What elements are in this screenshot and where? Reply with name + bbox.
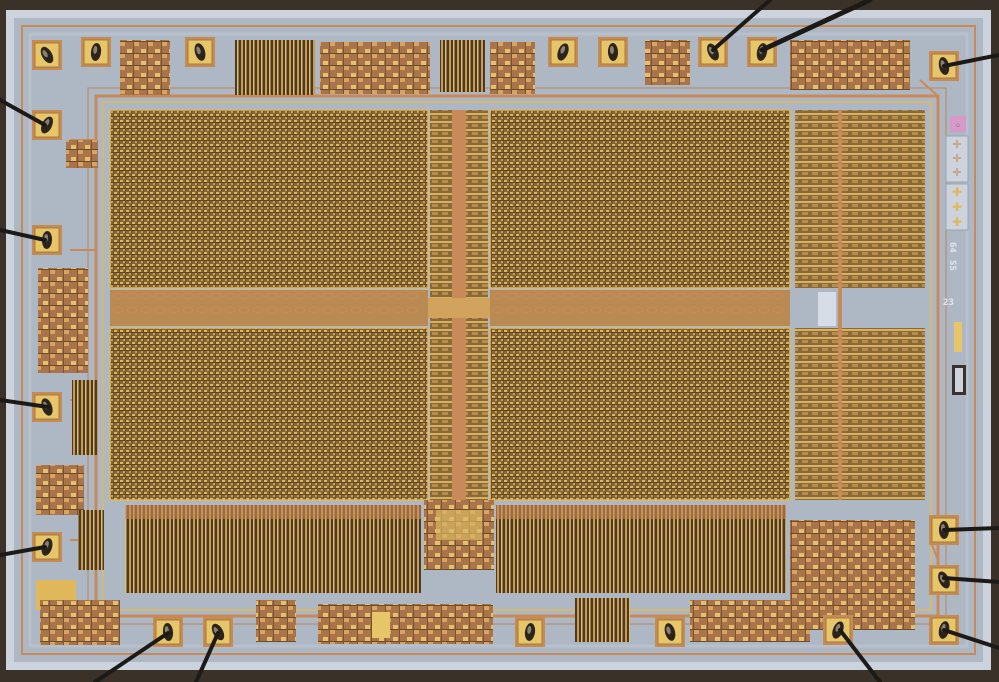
marking-23: 23: [943, 298, 954, 308]
bond-pad: [80, 36, 112, 68]
bottom-column-io-left: [125, 505, 421, 593]
center-column-decoder: [424, 110, 494, 570]
bond-pad: [547, 36, 579, 68]
memory-array-bottom-left: [109, 327, 429, 501]
bond-pad: [514, 616, 546, 648]
bond-pad: [597, 36, 629, 68]
bond-pad: [31, 39, 63, 71]
svg-text:✚: ✚: [952, 200, 962, 214]
svg-text:✛: ✛: [952, 152, 961, 165]
memory-array-top-right: [489, 109, 791, 289]
top-logic-strip: [120, 40, 910, 95]
svg-text:✛: ✛: [952, 138, 961, 151]
marking-64: 64: [947, 242, 957, 253]
bond-pad: [654, 616, 686, 648]
svg-text:✚: ✚: [952, 215, 962, 229]
svg-text:✚: ✚: [952, 185, 962, 199]
marking-ss: SS: [947, 260, 957, 271]
bond-pad: [184, 36, 216, 68]
svg-text:✛: ✛: [952, 166, 961, 179]
bottom-column-io-right: [496, 505, 786, 593]
memory-array-bottom-right: [489, 327, 791, 501]
memory-array-top-left: [109, 109, 429, 289]
svg-text:◦: ◦: [955, 121, 961, 132]
chip-die-photo: ◦ ✛ ✛ ✛ ✚ ✚ ✚ 64 SS 23: [0, 0, 999, 682]
